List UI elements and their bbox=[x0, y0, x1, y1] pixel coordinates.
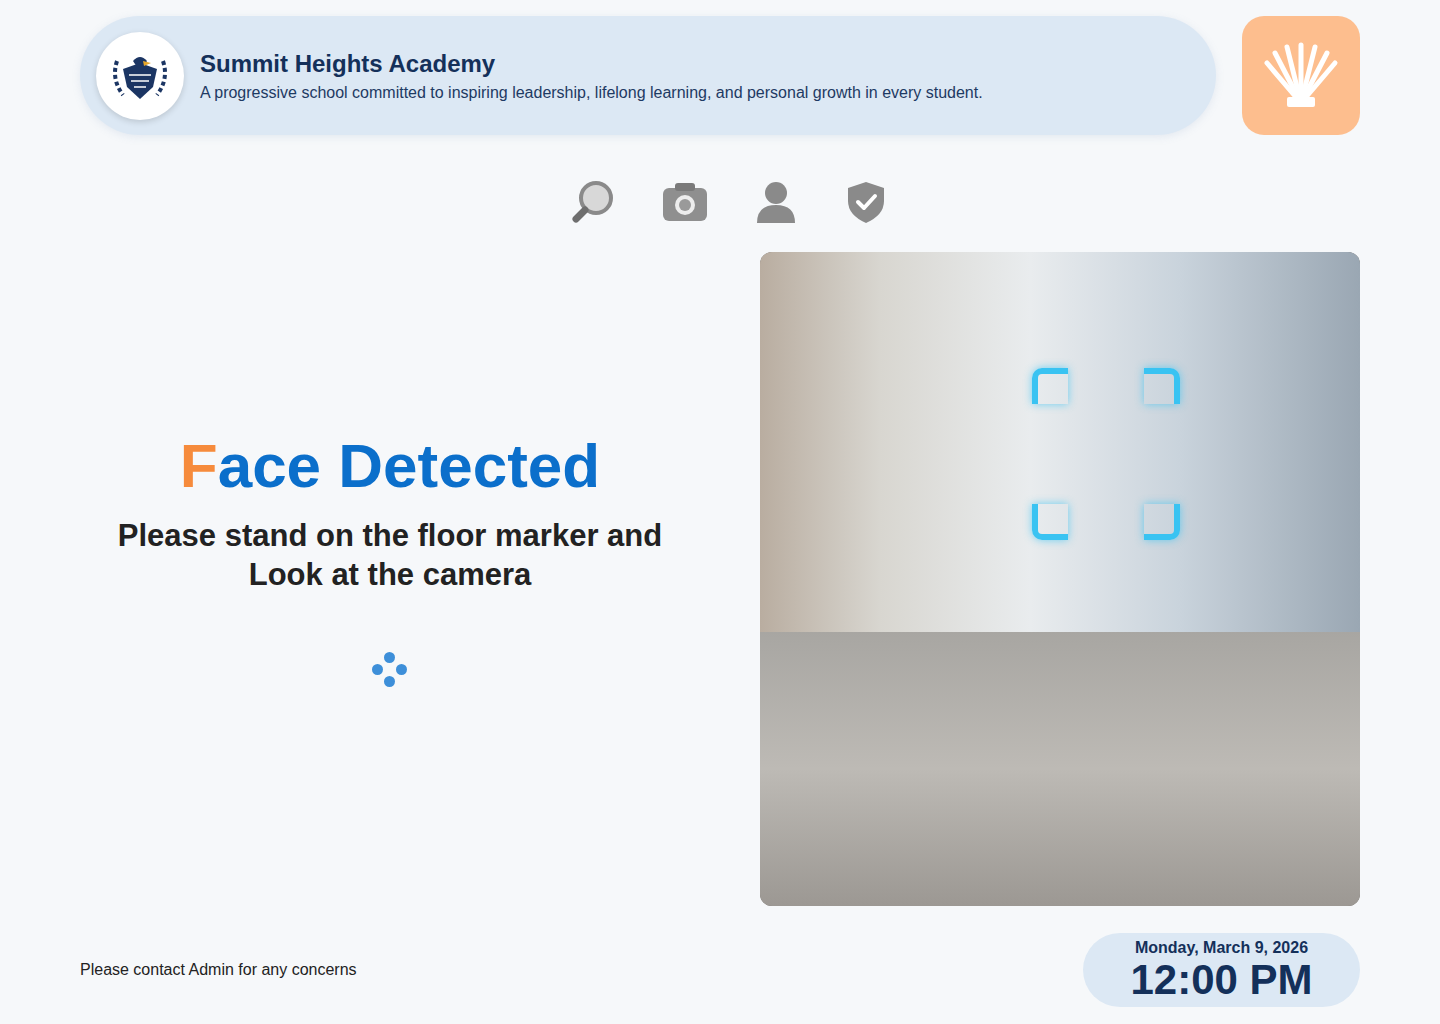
face-frame-icon bbox=[1032, 368, 1180, 540]
clock: Monday, March 9, 202612:00 PM bbox=[1083, 933, 1360, 1007]
scan-panel: Face Detected Please stand on the floor m… bbox=[80, 252, 1360, 906]
camera-icon bbox=[661, 179, 709, 225]
school-info: Summit Heights Academy A progressive scho… bbox=[200, 50, 983, 102]
school-name: Summit Heights Academy bbox=[200, 50, 983, 78]
shell-logo-icon bbox=[1242, 16, 1360, 135]
camera-feed bbox=[760, 252, 1360, 906]
clock-date: Monday, March 9, 2026 bbox=[1135, 939, 1308, 957]
loading-spinner-icon bbox=[372, 652, 408, 688]
top-bar: Summit Heights Academy A progressive scho… bbox=[80, 16, 1360, 135]
contact-note: Please contact Admin for any concerns bbox=[80, 961, 357, 979]
status-panel: Face Detected Please stand on the floor m… bbox=[80, 252, 760, 906]
clock-time: 12:00 PM bbox=[1130, 957, 1312, 1003]
school-tagline: A progressive school committed to inspir… bbox=[200, 84, 983, 102]
search-icon bbox=[571, 179, 617, 225]
footer: Please contact Admin for any concerns Mon… bbox=[80, 933, 1360, 1007]
instruction-line: Please stand on the floor marker and bbox=[118, 516, 662, 555]
shield-check-icon bbox=[843, 179, 889, 225]
progress-steps bbox=[80, 179, 1360, 225]
school-crest-icon bbox=[96, 32, 184, 120]
person-icon bbox=[753, 179, 799, 225]
kiosk-screen: Summit Heights Academy A progressive scho… bbox=[0, 0, 1440, 1024]
status-title: Face Detected bbox=[180, 432, 600, 500]
instruction-line: Look at the camera bbox=[118, 555, 662, 594]
school-banner: Summit Heights Academy A progressive scho… bbox=[80, 16, 1216, 135]
instructions: Please stand on the floor marker andLook… bbox=[118, 516, 662, 594]
